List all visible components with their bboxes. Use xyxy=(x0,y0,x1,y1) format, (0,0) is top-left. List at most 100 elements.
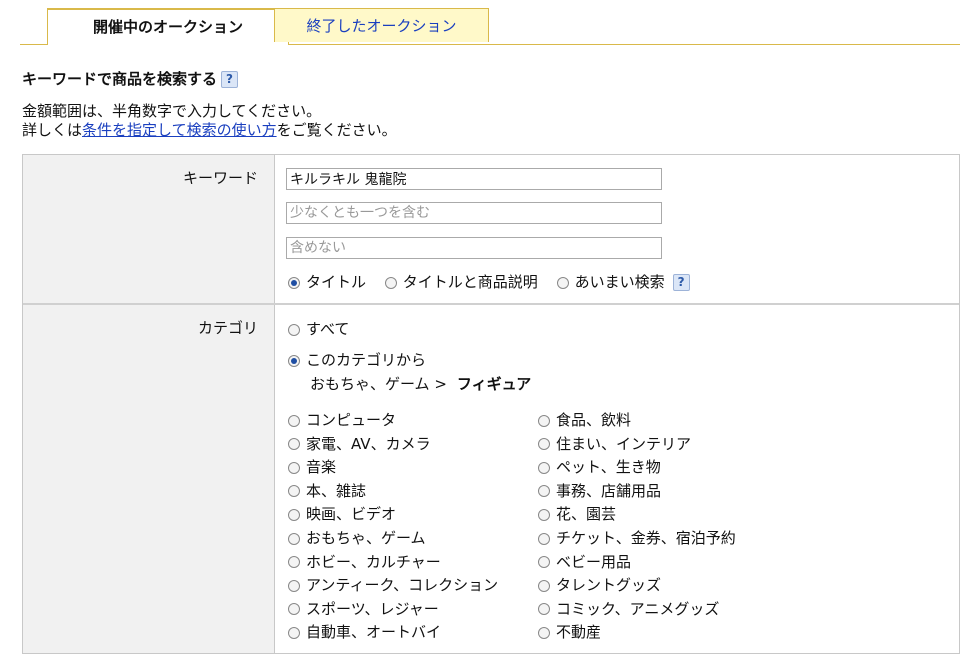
category-option-label: 食品、飲料 xyxy=(556,411,632,429)
category-option-label: 本、雑誌 xyxy=(306,481,367,500)
category-this-label: このカテゴリから xyxy=(306,351,427,369)
radio-checked-icon xyxy=(288,276,300,289)
fuzzy-help-icon[interactable]: ? xyxy=(672,274,690,291)
radio-icon xyxy=(288,626,300,639)
radio-icon xyxy=(556,276,569,289)
note-line2: 詳しくは条件を指定して検索の使い方をご覧ください。 xyxy=(22,121,397,140)
section-title-text: キーワードで商品を検索する xyxy=(22,70,218,88)
category-option[interactable]: 映画、ビデオ xyxy=(288,503,396,524)
category-option-label: 自動車、オートバイ xyxy=(306,623,442,642)
category-option-label: アンティーク、コレクション xyxy=(306,576,499,595)
radio-icon xyxy=(538,461,550,474)
category-option[interactable]: 音楽 xyxy=(288,456,336,477)
category-all-label: すべて xyxy=(306,320,350,338)
search-scope-options: タイトル タイトルと商品説明 あいまい検索? xyxy=(288,271,690,292)
category-option-label: 家電、AV、カメラ xyxy=(306,434,431,453)
section-title: キーワードで商品を検索する? xyxy=(22,68,239,89)
radio-icon xyxy=(288,603,300,616)
search-help-link[interactable]: 条件を指定して検索の使い方 xyxy=(82,121,277,139)
category-option-label: タレントグッズ xyxy=(556,576,662,595)
note-prefix: 詳しくは xyxy=(22,121,83,139)
option-title[interactable]: タイトル xyxy=(288,271,366,292)
radio-icon xyxy=(288,485,300,498)
category-path-current: フィギュア xyxy=(456,375,532,393)
category-option[interactable]: チケット、金券、宿泊予約 xyxy=(538,527,736,548)
option-fuzzy-label: あいまい検索 xyxy=(574,273,665,291)
radio-icon xyxy=(538,508,550,521)
category-option[interactable]: 住まい、インテリア xyxy=(538,433,691,454)
category-option[interactable]: タレントグッズ xyxy=(538,574,661,595)
category-option[interactable]: 不動産 xyxy=(538,621,601,642)
radio-icon xyxy=(538,438,550,451)
category-option-label: ホビー、カルチャー xyxy=(306,552,441,571)
category-option[interactable]: ホビー、カルチャー xyxy=(288,551,441,572)
radio-checked-icon xyxy=(288,354,300,367)
radio-icon xyxy=(538,603,550,616)
category-option-label: ベビー用品 xyxy=(556,552,632,571)
radio-icon xyxy=(288,508,300,521)
category-option[interactable]: コンピュータ xyxy=(288,409,396,430)
radio-icon xyxy=(384,276,397,289)
radio-icon xyxy=(538,556,550,569)
search-form: キーワード カテゴリ タイトル タイトルと商品説明 あいまい検索? すべて この… xyxy=(22,154,960,654)
radio-icon xyxy=(288,556,300,569)
help-icon[interactable]: ? xyxy=(221,71,239,88)
category-this-option[interactable]: このカテゴリから xyxy=(288,349,426,370)
category-option-label: 事務、店舗用品 xyxy=(556,481,662,500)
category-label: カテゴリ xyxy=(197,319,258,337)
option-title-label: タイトル xyxy=(306,273,367,291)
option-fuzzy-search[interactable]: あいまい検索 xyxy=(556,271,665,292)
category-option[interactable]: スポーツ、レジャー xyxy=(288,598,439,619)
note-line1: 金額範囲は、半角数字で入力してください。 xyxy=(22,102,322,120)
category-option-label: コンピュータ xyxy=(306,411,397,429)
note-suffix: をご覧ください。 xyxy=(276,121,397,139)
category-option[interactable]: コミック、アニメグッズ xyxy=(538,598,719,619)
auction-tabs: 開催中のオークション 終了したオークション xyxy=(20,8,960,45)
radio-icon xyxy=(288,579,300,592)
category-option[interactable]: 自動車、オートバイ xyxy=(288,621,441,642)
tab-open-auctions[interactable]: 開催中のオークション xyxy=(47,8,289,45)
category-option[interactable]: 食品、飲料 xyxy=(538,409,631,430)
radio-icon xyxy=(538,532,550,545)
radio-icon xyxy=(288,532,300,545)
radio-icon xyxy=(538,485,550,498)
category-option[interactable]: アンティーク、コレクション xyxy=(288,574,498,595)
include-any-input[interactable] xyxy=(286,202,662,224)
category-option-label: 花、園芸 xyxy=(556,505,617,524)
option-desc-label: タイトルと商品説明 xyxy=(402,273,538,291)
option-title-and-description[interactable]: タイトルと商品説明 xyxy=(384,271,538,292)
category-option[interactable]: 家電、AV、カメラ xyxy=(288,433,431,454)
radio-icon xyxy=(538,579,550,592)
category-option-label: チケット、金券、宿泊予約 xyxy=(556,529,736,547)
category-option[interactable]: 花、園芸 xyxy=(538,503,616,524)
category-option[interactable]: 事務、店舗用品 xyxy=(538,480,661,501)
category-option-label: スポーツ、レジャー xyxy=(306,599,439,618)
category-path-parent: おもちゃ、ゲーム > xyxy=(310,375,447,393)
category-option-label: 住まい、インテリア xyxy=(556,434,692,453)
category-option-label: 不動産 xyxy=(556,623,602,642)
category-option-label: コミック、アニメグッズ xyxy=(556,599,720,618)
radio-icon xyxy=(538,626,550,639)
instructions-note: 金額範囲は、半角数字で入力してください。 詳しくは条件を指定して検索の使い方をご… xyxy=(22,102,397,140)
exclude-input[interactable] xyxy=(286,237,662,259)
tab-closed-auctions[interactable]: 終了したオークション xyxy=(274,8,489,42)
category-option-label: ペット、生き物 xyxy=(556,458,661,477)
category-option[interactable]: おもちゃ、ゲーム xyxy=(288,527,426,548)
label-column: キーワード カテゴリ xyxy=(23,155,275,653)
keyword-label: キーワード xyxy=(182,169,258,187)
category-all-option[interactable]: すべて xyxy=(288,318,349,339)
category-option-label: おもちゃ、ゲーム xyxy=(306,529,426,547)
row-divider xyxy=(23,303,959,305)
category-option[interactable]: ベビー用品 xyxy=(538,551,631,572)
category-option-label: 音楽 xyxy=(306,458,337,477)
category-option-label: 映画、ビデオ xyxy=(306,505,397,524)
radio-icon xyxy=(288,323,300,336)
category-path: おもちゃ、ゲーム > フィギュア xyxy=(310,373,531,394)
category-option[interactable]: 本、雑誌 xyxy=(288,480,366,501)
radio-icon xyxy=(538,414,550,427)
radio-icon xyxy=(288,461,300,474)
category-option[interactable]: ペット、生き物 xyxy=(538,456,661,477)
radio-icon xyxy=(288,414,300,427)
radio-icon xyxy=(288,438,300,451)
keyword-input[interactable] xyxy=(286,168,662,190)
